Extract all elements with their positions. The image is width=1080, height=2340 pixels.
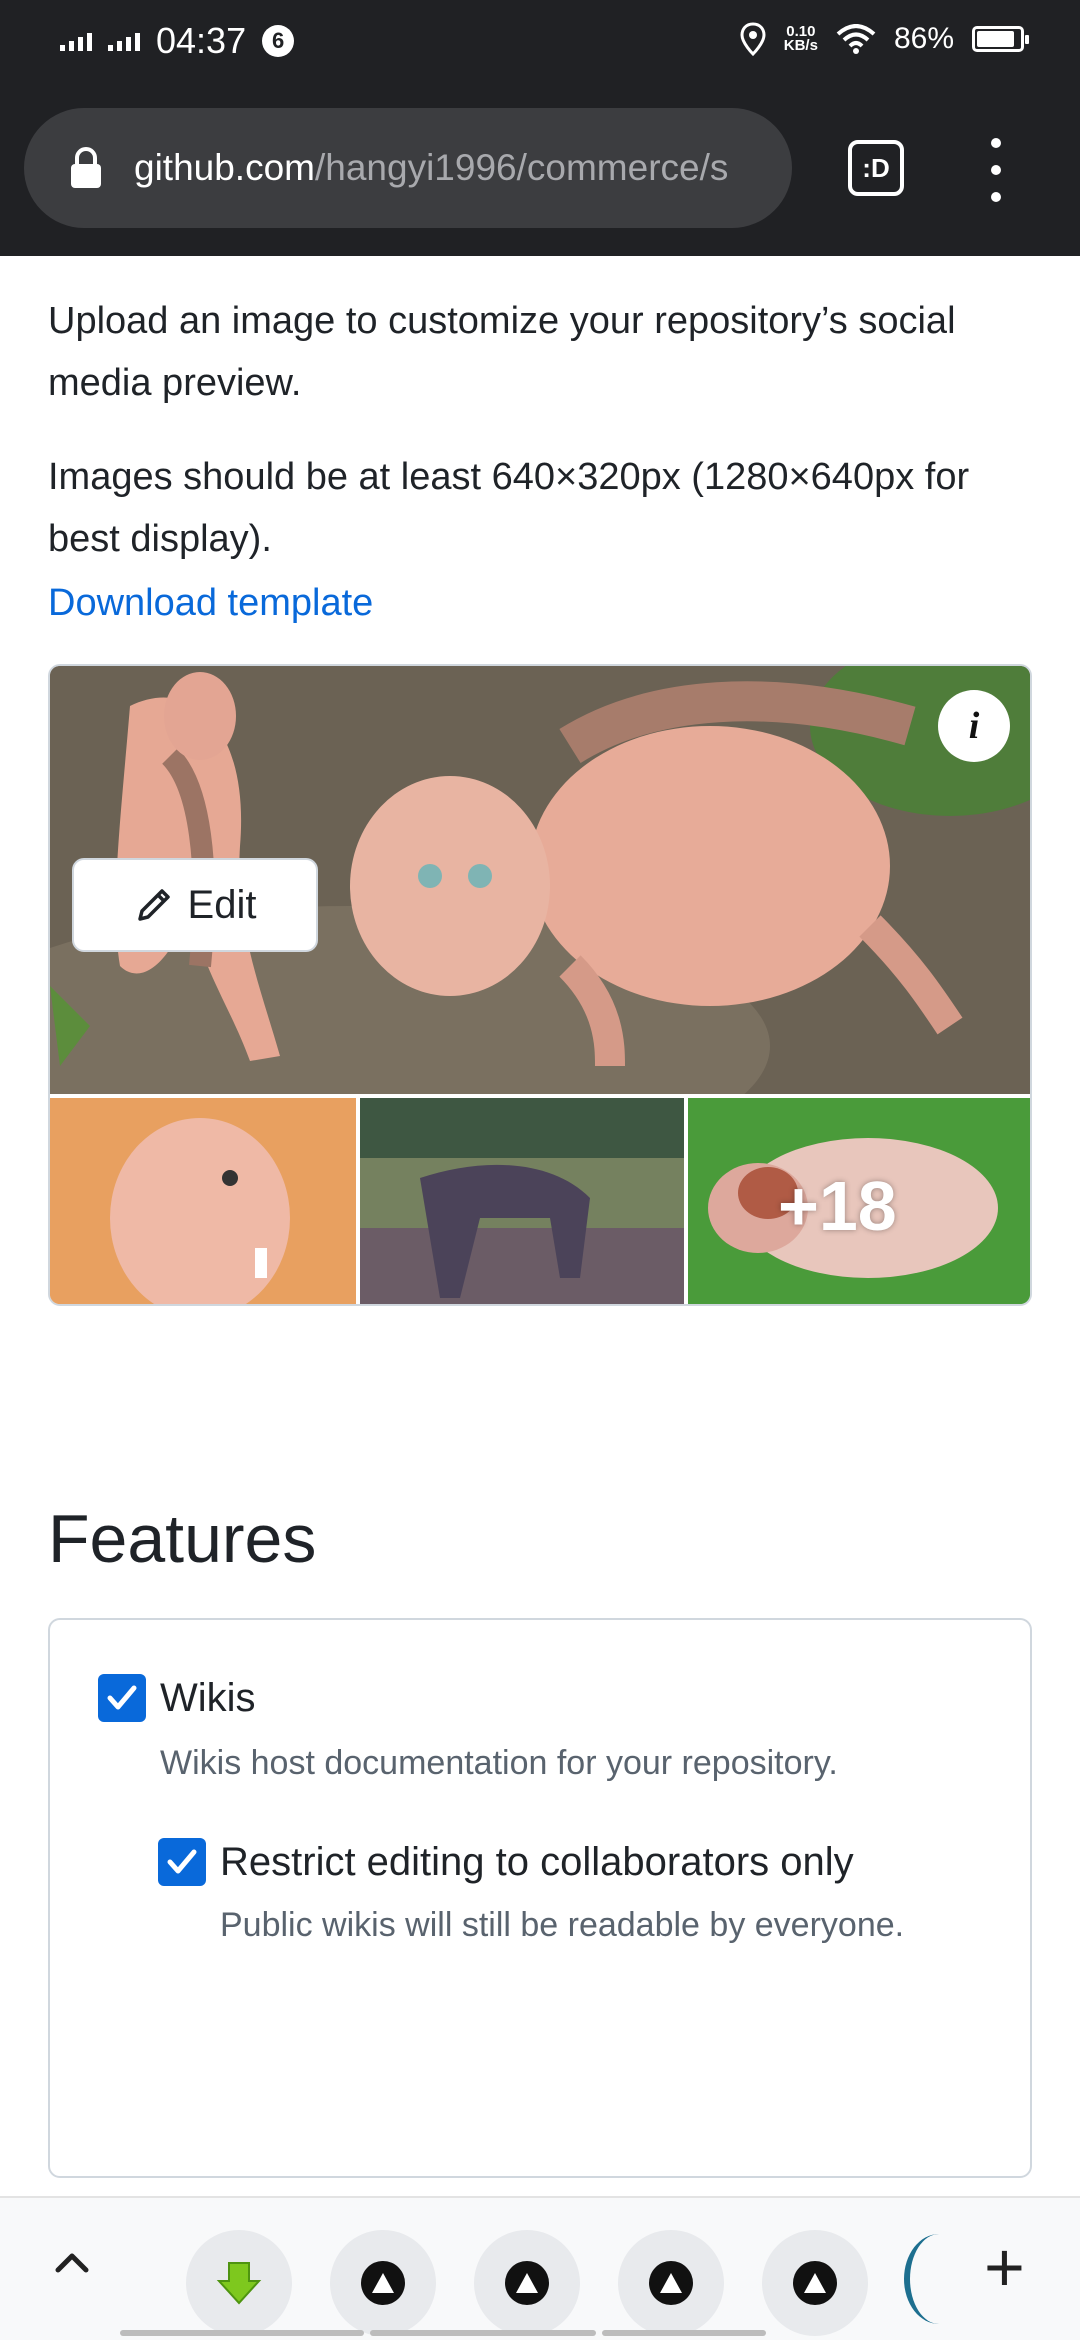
- features-box: Wikis Wikis host documentation for your …: [48, 1618, 1032, 2178]
- preview-thumbnails: +18: [50, 1098, 1030, 1304]
- wifi-icon: [836, 24, 876, 54]
- wikis-label[interactable]: Wikis: [160, 1676, 256, 1721]
- more-menu-icon[interactable]: [980, 138, 1012, 202]
- wikis-checkbox[interactable]: [98, 1674, 146, 1722]
- warning-icon: [361, 2261, 405, 2305]
- edit-image-button[interactable]: Edit: [72, 858, 318, 952]
- thumbnail-strange-animal: [360, 1098, 684, 1304]
- tab-download[interactable]: [186, 2230, 292, 2336]
- restrict-editing-description: Public wikis will still be readable by e…: [220, 1906, 905, 1944]
- download-arrow-icon: [216, 2262, 262, 2305]
- social-preview-intro: Upload an image to customize your reposi…: [48, 300, 956, 404]
- info-icon[interactable]: i: [938, 690, 1010, 762]
- warning-icon: [793, 2261, 837, 2305]
- clock: 04:37: [156, 20, 247, 61]
- status-bar: 04:37 6 0.10 KB/s 86%: [0, 0, 1080, 88]
- tab-1[interactable]: [330, 2230, 436, 2336]
- download-template-link[interactable]: Download template: [48, 572, 373, 634]
- wikis-description: Wikis host documentation for your reposi…: [160, 1744, 838, 1782]
- lock-icon[interactable]: [68, 146, 104, 190]
- checkmark-icon: [167, 1849, 197, 1874]
- signal-icon-2: [108, 31, 140, 51]
- notification-badge: 6: [262, 25, 295, 57]
- tab-4[interactable]: [762, 2230, 868, 2336]
- thumbnail-piglet: +18: [688, 1098, 1030, 1304]
- net-speed-unit: KB/s: [783, 37, 818, 54]
- image-size-hint: Images should be at least 640×320px (128…: [48, 456, 970, 560]
- url-host: github.com: [134, 147, 315, 188]
- features-heading: Features: [48, 1501, 317, 1577]
- warning-icon: [649, 2261, 693, 2305]
- more-images-count: +18: [778, 1167, 897, 1245]
- chevron-up-icon[interactable]: [50, 2240, 94, 2284]
- url-text[interactable]: github.com/hangyi1996/commerce/s: [134, 147, 728, 189]
- battery-percent: 86%: [893, 22, 954, 55]
- restrict-editing-label[interactable]: Restrict editing to collaborators only: [220, 1840, 854, 1885]
- tab-partial[interactable]: [904, 2234, 974, 2324]
- restrict-editing-option[interactable]: Restrict editing to collaborators only: [158, 1838, 854, 1886]
- signal-icon: [60, 31, 92, 51]
- social-preview-image: i +18 Edit: [48, 664, 1032, 1306]
- restrict-editing-checkbox[interactable]: [158, 1838, 206, 1886]
- browser-toolbar: github.com/hangyi1996/commerce/s :D: [0, 88, 1080, 256]
- checkmark-icon: [107, 1685, 137, 1710]
- battery-icon: [972, 26, 1029, 52]
- url-path: /hangyi1996/commerce/s: [315, 147, 729, 188]
- tab-2[interactable]: [474, 2230, 580, 2336]
- warning-icon: [505, 2261, 549, 2305]
- thumbnail-mole-rat: [50, 1098, 356, 1304]
- location-icon: [740, 22, 766, 56]
- edit-button-label: Edit: [187, 882, 257, 927]
- new-tab-plus-icon[interactable]: +: [984, 2232, 1025, 2302]
- bottom-tab-bar: +: [0, 2196, 1080, 2340]
- tab-switcher-button[interactable]: :D: [848, 140, 904, 196]
- tab-3[interactable]: [618, 2230, 724, 2336]
- pencil-icon: [137, 889, 170, 921]
- wikis-option[interactable]: Wikis: [98, 1674, 256, 1722]
- tab-scroll-indicator: [120, 2330, 766, 2336]
- network-speed: 0.10 KB/s: [783, 24, 818, 54]
- address-bar[interactable]: github.com/hangyi1996/commerce/s: [24, 108, 792, 228]
